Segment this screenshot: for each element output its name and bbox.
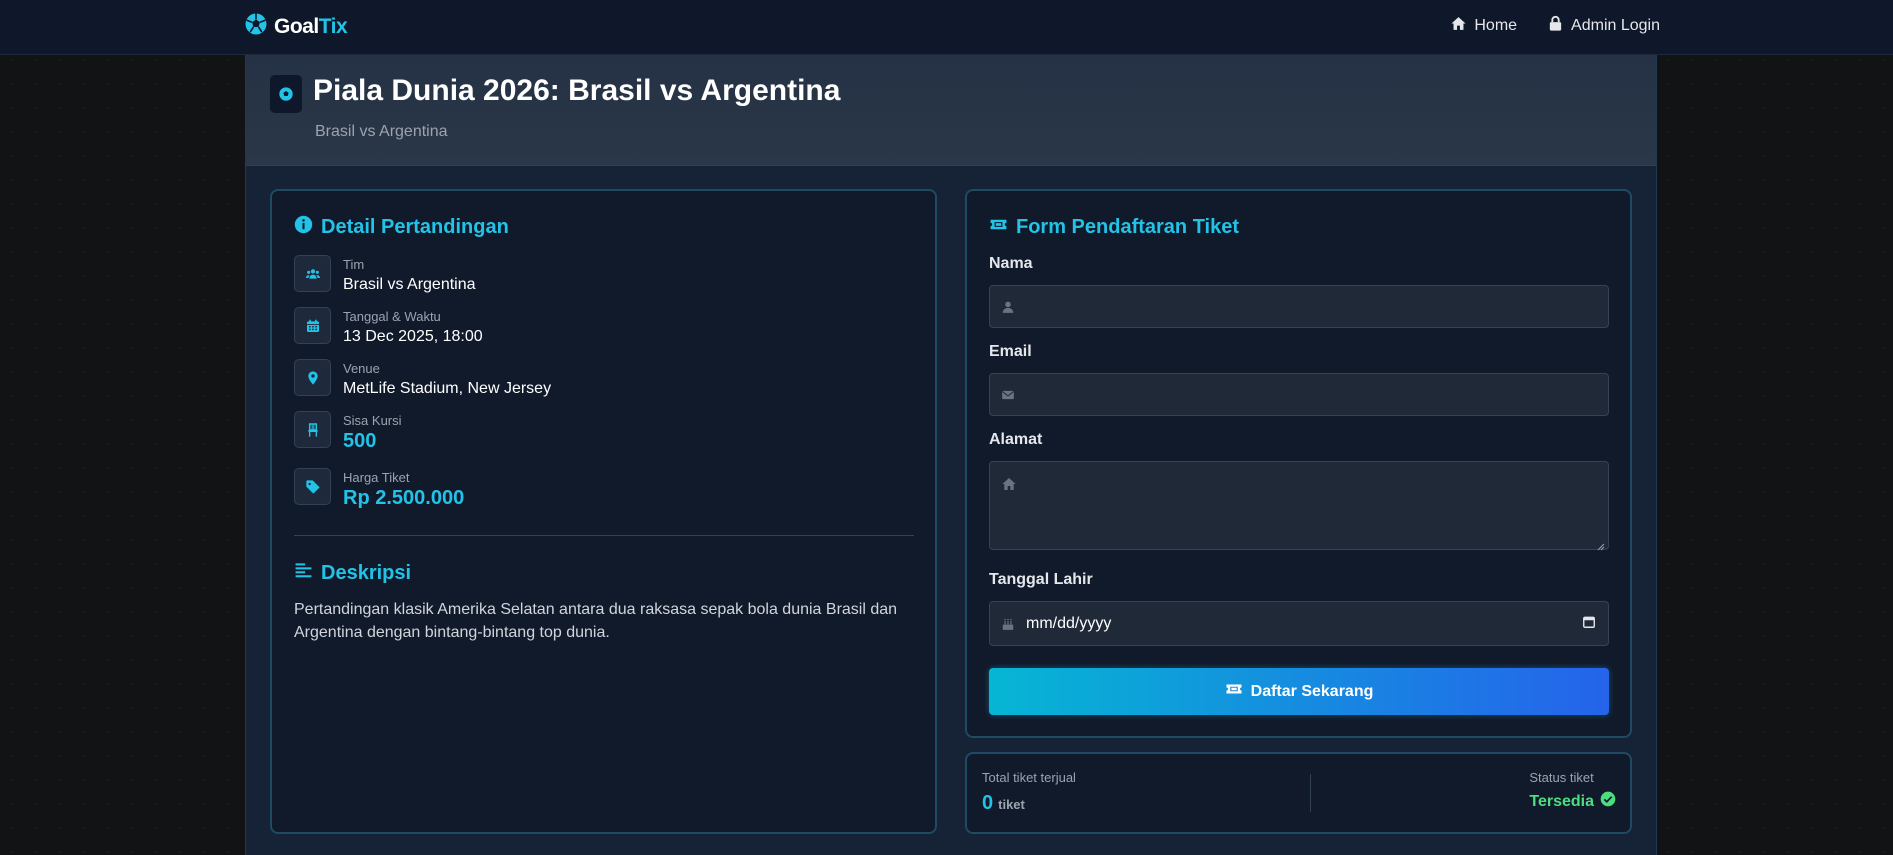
birthday-cake-icon: [1001, 617, 1015, 631]
calendar-picker-icon[interactable]: [1582, 615, 1596, 629]
page-subtitle: Brasil vs Argentina: [315, 123, 448, 140]
detail-label-venue: Venue: [343, 361, 380, 376]
detail-value-team: Brasil vs Argentina: [343, 276, 476, 293]
brand-name: GoalTix: [274, 14, 348, 38]
email-field[interactable]: [989, 373, 1609, 416]
nama-label: Nama: [989, 255, 1033, 272]
detail-value-venue: MetLife Stadium, New Jersey: [343, 380, 552, 397]
email-label: Email: [989, 343, 1032, 360]
detail-value-seats: 500: [343, 430, 377, 452]
detail-item-team: Tim Brasil vs Argentina: [294, 255, 476, 294]
submit-label: Daftar Sekarang: [1250, 682, 1374, 700]
description-section-title: Deskripsi: [294, 561, 411, 586]
alamat-label: Alamat: [989, 431, 1043, 448]
registration-form-card: Form Pendaftaran Tiket Nama Email Alamat…: [965, 189, 1632, 738]
ticket-status-stat: Status tiket Tersedia: [1529, 770, 1616, 812]
tanggal-lahir-field[interactable]: mm/dd/yyyy: [989, 601, 1609, 646]
event-header: Piala Dunia 2026: Brasil vs Argentina Br…: [246, 55, 1656, 166]
daftar-sekarang-button[interactable]: Daftar Sekarang: [989, 668, 1609, 715]
nav-admin-login-link[interactable]: Admin Login: [1547, 15, 1660, 37]
section-divider: [294, 535, 914, 536]
stats-divider: [1310, 774, 1311, 812]
ticket-status-label: Status tiket: [1529, 770, 1594, 785]
envelope-icon: [1001, 388, 1015, 402]
alamat-textarea[interactable]: [989, 461, 1609, 551]
home-icon: [1450, 15, 1467, 37]
navbar: GoalTix Home Admin Login: [0, 0, 1893, 55]
info-icon: [294, 215, 313, 240]
calendar-icon: [294, 307, 331, 344]
description-text: Pertandingan klasik Amerika Selatan anta…: [294, 601, 898, 641]
main-container: Piala Dunia 2026: Brasil vs Argentina Br…: [245, 55, 1657, 855]
ticket-icon: [989, 215, 1008, 240]
form-section-title: Form Pendaftaran Tiket: [989, 215, 1239, 240]
nav-admin-login-label: Admin Login: [1571, 17, 1660, 34]
tickets-sold-stat: Total tiket terjual 0 tiket: [982, 770, 1076, 815]
detail-item-datetime: Tanggal & Waktu 13 Dec 2025, 18:00: [294, 307, 483, 346]
detail-label-datetime: Tanggal & Waktu: [343, 309, 441, 324]
detail-value-price: Rp 2.500.000: [343, 487, 465, 509]
nama-input[interactable]: [1026, 286, 1586, 327]
nav-home-label: Home: [1474, 17, 1518, 34]
detail-value-datetime: 13 Dec 2025, 18:00: [343, 328, 483, 345]
match-details-card: Detail Pertandingan Tim Brasil vs Argent…: [270, 189, 937, 834]
resize-handle-icon[interactable]: [1597, 538, 1605, 551]
user-icon: [1001, 300, 1015, 314]
ticket-stats-card: Total tiket terjual 0 tiket Status tiket…: [965, 752, 1632, 834]
detail-item-price: Harga Tiket Rp 2.500.000: [294, 468, 464, 510]
tickets-sold-count: 0: [982, 792, 994, 814]
detail-label-seats: Sisa Kursi: [343, 413, 402, 428]
page-title: Piala Dunia 2026: Brasil vs Argentina: [313, 74, 841, 107]
tickets-sold-label: Total tiket terjual: [982, 770, 1076, 785]
soccer-ball-icon: [244, 12, 268, 41]
ticket-status-value: Tersedia: [1529, 792, 1594, 810]
lock-icon: [1547, 15, 1564, 37]
nama-field[interactable]: [989, 285, 1609, 328]
tickets-sold-unit: tiket: [998, 797, 1025, 812]
check-circle-icon: [1600, 791, 1616, 812]
nav-links: Home Admin Login: [1450, 15, 1660, 37]
brand-logo[interactable]: GoalTix: [244, 12, 348, 41]
tanggal-lahir-label: Tanggal Lahir: [989, 571, 1093, 588]
detail-item-seats: Sisa Kursi 500: [294, 411, 402, 453]
nav-home-link[interactable]: Home: [1450, 15, 1517, 37]
chair-icon: [294, 411, 331, 448]
detail-item-venue: Venue MetLife Stadium, New Jersey: [294, 359, 551, 398]
home-icon: [1001, 476, 1017, 492]
date-input-value[interactable]: mm/dd/yyyy: [1026, 602, 1586, 645]
map-pin-icon: [294, 359, 331, 396]
users-icon: [294, 255, 331, 292]
ticket-icon: [1225, 680, 1243, 703]
soccer-ball-icon: [270, 75, 302, 113]
detail-section-title: Detail Pertandingan: [294, 215, 509, 240]
align-left-icon: [294, 561, 313, 586]
detail-label-team: Tim: [343, 257, 365, 272]
email-input[interactable]: [1026, 374, 1586, 415]
detail-label-price: Harga Tiket: [343, 470, 410, 485]
tag-icon: [294, 468, 331, 505]
